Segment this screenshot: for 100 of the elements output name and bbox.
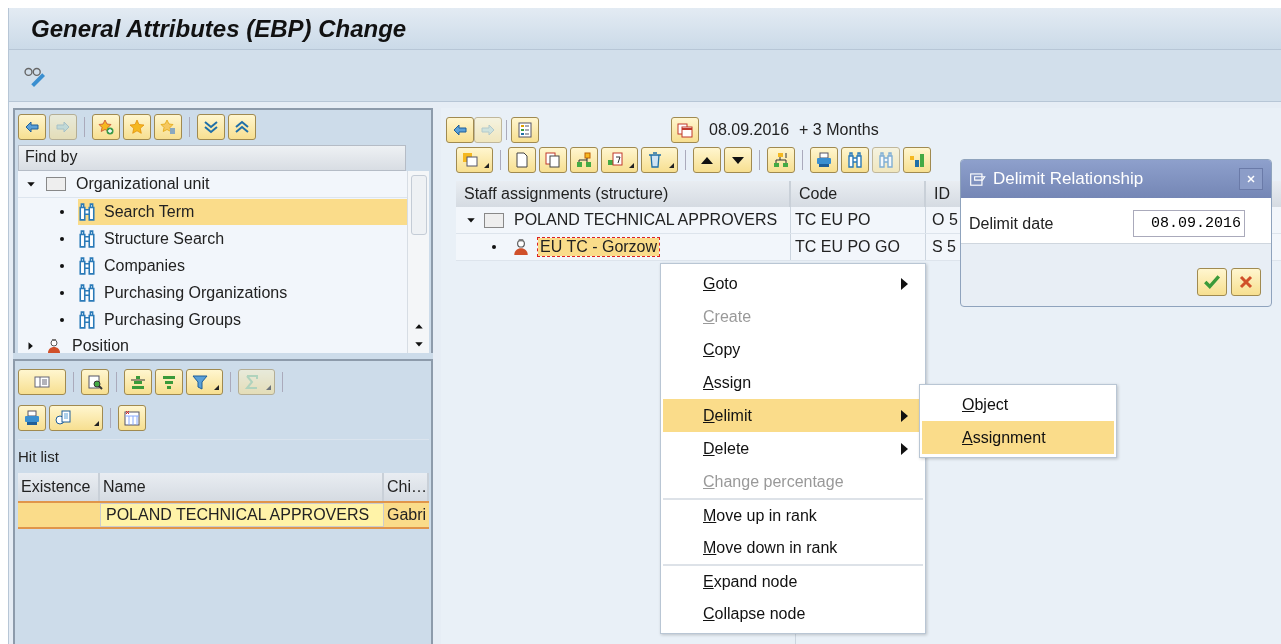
- print-icon: [24, 410, 40, 426]
- table-cell: TC EU PO GO: [791, 234, 926, 260]
- export-button[interactable]: [49, 405, 103, 431]
- close-button[interactable]: [1239, 168, 1263, 190]
- columns-button[interactable]: [903, 147, 931, 173]
- confirm-button[interactable]: [1197, 268, 1227, 296]
- sum-icon: [244, 374, 260, 390]
- org-unit-icon: [484, 212, 504, 228]
- back-icon: [24, 119, 40, 135]
- tree-item[interactable]: EU TC - Gorzow: [538, 238, 660, 256]
- column-header[interactable]: Name: [100, 473, 384, 501]
- print-button[interactable]: [18, 405, 46, 431]
- menu-item[interactable]: Assign: [663, 366, 923, 399]
- add-favorite-icon: [98, 119, 114, 135]
- change-date-icon: [607, 152, 623, 168]
- menu-item[interactable]: Copy: [663, 333, 923, 366]
- scrollbar-thumb[interactable]: [410, 175, 427, 235]
- back-button[interactable]: [18, 114, 46, 140]
- sort-ascending-button[interactable]: [124, 369, 152, 395]
- menu-item[interactable]: Move down in rank: [663, 531, 923, 564]
- expand-all-icon: [203, 119, 219, 135]
- column-header: Find by: [18, 145, 406, 171]
- tree-item[interactable]: Organizational unit: [76, 171, 216, 197]
- relationship-button[interactable]: [570, 147, 598, 173]
- copy-button[interactable]: [539, 147, 567, 173]
- binoculars-icon: [78, 202, 96, 221]
- sum-button[interactable]: [238, 369, 275, 395]
- move-up-button[interactable]: [693, 147, 721, 173]
- delete-favorite-icon: [160, 119, 176, 135]
- date-field[interactable]: 08.09.2016: [1133, 210, 1245, 237]
- sort-descending-button[interactable]: [155, 369, 183, 395]
- menu-item[interactable]: Assignment: [922, 421, 1114, 454]
- tree-item[interactable]: Companies: [78, 252, 407, 279]
- bullet-icon: [492, 245, 496, 249]
- tree-item[interactable]: Position: [72, 333, 135, 353]
- details-button[interactable]: [81, 369, 109, 395]
- tree-item[interactable]: Search Term: [78, 198, 407, 225]
- cancel-button[interactable]: [1231, 268, 1261, 296]
- menu-item[interactable]: Goto: [663, 267, 923, 300]
- bullet-icon: [60, 236, 64, 241]
- expand-all-button[interactable]: [197, 114, 225, 140]
- table-cell: Gabri: [384, 503, 429, 527]
- print-button[interactable]: [810, 147, 838, 173]
- new-page-icon: [514, 152, 530, 168]
- submenu-arrow-icon: [899, 408, 909, 423]
- add-favorite-button[interactable]: [92, 114, 120, 140]
- binoculars-icon: [78, 283, 96, 302]
- search-button[interactable]: [841, 147, 869, 173]
- close-icon: [1245, 173, 1257, 185]
- back-button[interactable]: [446, 117, 474, 143]
- column-header[interactable]: Existence: [18, 473, 100, 501]
- collapse-all-button[interactable]: [228, 114, 256, 140]
- scroll-down-icon: [413, 339, 424, 349]
- new-page-button[interactable]: [508, 147, 536, 173]
- bullet-icon: [60, 317, 64, 322]
- calendar-icon: [677, 122, 693, 138]
- tree-item[interactable]: Structure Search: [78, 225, 407, 252]
- filter-button[interactable]: [186, 369, 223, 395]
- dialog-icon: [969, 170, 987, 188]
- collapse-toggle-icon[interactable]: [26, 179, 36, 189]
- menu-item[interactable]: Collapse node: [663, 597, 923, 630]
- layout-button[interactable]: [18, 369, 66, 395]
- delete-button[interactable]: [641, 147, 678, 173]
- submenu-arrow-icon: [899, 441, 909, 456]
- column-header[interactable]: Chi…: [384, 473, 429, 501]
- back-icon: [452, 122, 468, 138]
- forward-icon: [480, 122, 496, 138]
- print-icon: [816, 152, 832, 168]
- bullet-icon: [60, 263, 64, 268]
- menu-item[interactable]: Object: [922, 388, 1114, 421]
- move-down-button[interactable]: [724, 147, 752, 173]
- table-row[interactable]: POLAND TECHNICAL APPROVERS Gabri: [18, 501, 429, 529]
- columns-icon: [909, 152, 925, 168]
- delete-favorite-button[interactable]: [154, 114, 182, 140]
- collapse-all-icon: [234, 119, 250, 135]
- overview-button[interactable]: [456, 147, 493, 173]
- change-date-button[interactable]: [601, 147, 638, 173]
- tree-item[interactable]: Purchasing Organizations: [78, 279, 407, 306]
- menu-item[interactable]: Move up in rank: [663, 498, 923, 531]
- binoculars-icon: [78, 229, 96, 248]
- favorite-button[interactable]: [123, 114, 151, 140]
- submenu-arrow-icon: [899, 276, 909, 291]
- menu-item[interactable]: Expand node: [663, 564, 923, 597]
- checklist-icon: [517, 122, 533, 138]
- scrollbar[interactable]: [407, 171, 429, 353]
- overview-icon: [462, 152, 478, 168]
- org-unit-icon: [46, 177, 66, 191]
- sort-descending-icon: [161, 374, 177, 390]
- details-icon: [87, 374, 103, 390]
- checklist-button[interactable]: [511, 117, 539, 143]
- find-next-button[interactable]: [872, 147, 900, 173]
- tree-item[interactable]: Purchasing Groups: [78, 306, 407, 333]
- menu-item[interactable]: Delete: [663, 432, 923, 465]
- org-structure-button[interactable]: [767, 147, 795, 173]
- forward-button[interactable]: [49, 114, 77, 140]
- org-structure-icon: [773, 152, 789, 168]
- column-settings-button[interactable]: [118, 405, 146, 431]
- tree-item[interactable]: POLAND TECHNICAL APPROVERS: [512, 211, 780, 229]
- favorite-icon: [129, 119, 145, 135]
- calendar-button[interactable]: [671, 117, 699, 143]
